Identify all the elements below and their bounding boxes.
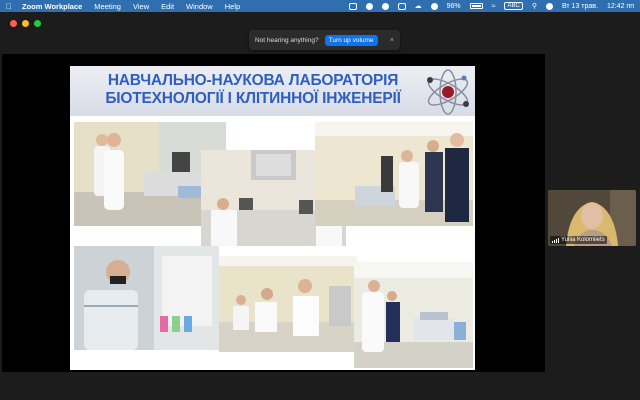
close-window-icon[interactable] — [10, 20, 17, 27]
lab-photo-visit — [315, 122, 473, 226]
date-label[interactable]: Вт 13 трав. — [562, 3, 598, 10]
time-label[interactable]: 12:42 пп — [607, 3, 634, 10]
skype-icon[interactable] — [365, 2, 373, 10]
participant-name-label: Yuliia Kolomiiets — [550, 236, 607, 244]
viber-icon[interactable] — [381, 2, 389, 10]
macos-menu-bar:  Zoom Workplace Meeting View Edit Windo… — [0, 0, 640, 12]
cloud-icon[interactable]: ☁ — [415, 2, 422, 10]
slide-title-line1: НАВЧАЛЬНО-НАУКОВА ЛАБОРАТОРІЯ — [107, 72, 399, 89]
participant-name: Yuliia Kolomiiets — [561, 237, 605, 243]
close-notification-icon[interactable]: × — [390, 37, 394, 44]
audio-notification: Not hearing anything? Turn up volume × — [249, 30, 400, 50]
battery-percent: 96% — [446, 2, 461, 10]
zoom-status-icon[interactable] — [348, 2, 357, 10]
lab-photo-equipment — [354, 262, 473, 368]
menu-view[interactable]: View — [133, 2, 149, 11]
window-controls — [10, 20, 41, 27]
app-menu-zoom[interactable]: Zoom Workplace — [22, 2, 82, 11]
lab-photo-hood — [74, 246, 219, 350]
search-icon[interactable]: ⚲ — [532, 2, 537, 10]
input-source-abc[interactable]: ABC — [504, 2, 523, 10]
menu-edit[interactable]: Edit — [161, 2, 174, 11]
slide-title-line2: БІОТЕХНОЛОГІЇ І КЛІТИННОЇ ІНЖЕНЕРІЇ — [105, 90, 401, 107]
apple-icon[interactable]:  — [6, 2, 12, 11]
slide-header: НАВЧАЛЬНО-НАУКОВА ЛАБОРАТОРІЯ БІОТЕХНОЛО… — [70, 66, 475, 116]
minimize-window-icon[interactable] — [22, 20, 29, 27]
control-center-icon[interactable] — [545, 2, 553, 10]
turn-up-volume-button[interactable]: Turn up volume — [324, 34, 378, 46]
notification-text: Not hearing anything? — [255, 36, 319, 44]
fullscreen-window-icon[interactable] — [34, 20, 41, 27]
presentation-slide: НАВЧАЛЬНО-НАУКОВА ЛАБОРАТОРІЯ БІОТЕХНОЛО… — [70, 66, 475, 370]
media-play-icon[interactable] — [430, 2, 438, 10]
menu-help[interactable]: Help — [225, 2, 240, 11]
slide-title: НАВЧАЛЬНО-НАУКОВА ЛАБОРАТОРІЯ БІОТЕХНОЛО… — [88, 72, 418, 108]
menu-meeting[interactable]: Meeting — [94, 2, 121, 11]
lab-photo-students-bench — [219, 256, 357, 352]
status-area: ☁ 96% ≈ ABC ⚲ Вт 13 трав. 12:42 пп — [348, 2, 634, 10]
molecule-logo — [427, 69, 469, 115]
participant-video-tile[interactable]: Yuliia Kolomiiets — [548, 190, 636, 246]
messages-icon[interactable] — [397, 2, 406, 10]
signal-strength-icon — [552, 237, 559, 243]
battery-icon[interactable] — [469, 3, 483, 9]
wifi-icon[interactable]: ≈ — [492, 3, 496, 10]
menu-window[interactable]: Window — [186, 2, 213, 11]
